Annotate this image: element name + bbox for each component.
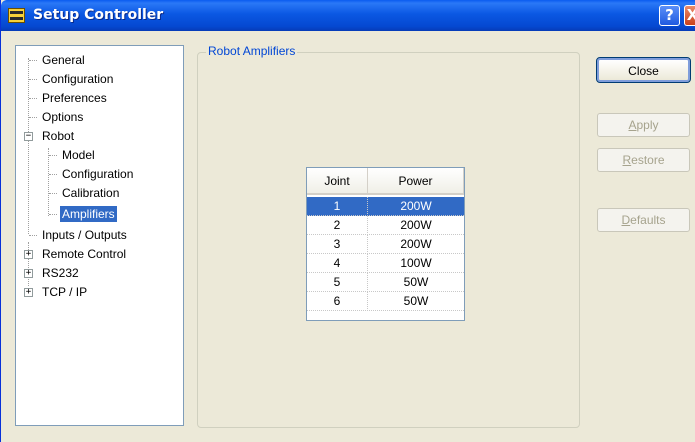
tcp-ip-expand-icon[interactable]: + <box>24 288 33 297</box>
tree-item-preferences[interactable]: Preferences <box>40 90 109 106</box>
power-cell[interactable]: 50W <box>368 273 464 292</box>
power-cell[interactable]: 200W <box>368 197 464 216</box>
tree-item-robot-configuration[interactable]: Configuration <box>60 166 135 182</box>
grid-row[interactable]: 2 200W <box>307 216 464 235</box>
joint-cell[interactable]: 2 <box>307 216 368 235</box>
tree-item-tcp-ip[interactable]: TCP / IP <box>40 284 89 300</box>
grid-row[interactable]: 5 50W <box>307 273 464 292</box>
joint-cell[interactable]: 4 <box>307 254 368 273</box>
power-cell[interactable]: 200W <box>368 235 464 254</box>
tree-item-options[interactable]: Options <box>40 109 85 125</box>
rs232-expand-icon[interactable]: + <box>24 269 33 278</box>
power-cell[interactable]: 50W <box>368 292 464 311</box>
amplifiers-grid[interactable]: Joint Power 1 200W 2 200W 3 200W 4 100W … <box>306 167 465 321</box>
defaults-label: efaults <box>630 213 666 227</box>
help-button[interactable]: ? <box>659 5 680 26</box>
tree-item-remote-control[interactable]: Remote Control <box>40 246 128 262</box>
title-bar[interactable]: Setup Controller ? X <box>1 0 695 31</box>
defaults-button[interactable]: Defaults <box>597 208 690 232</box>
robot-collapse-icon[interactable]: − <box>24 132 33 141</box>
grid-row[interactable]: 1 200W <box>307 197 464 216</box>
joint-cell[interactable]: 5 <box>307 273 368 292</box>
tree-item-robot-model[interactable]: Model <box>60 147 97 163</box>
grid-row[interactable]: 6 50W <box>307 292 464 311</box>
defaults-mnemonic: D <box>621 213 631 227</box>
restore-button[interactable]: Restore <box>597 148 690 172</box>
joint-cell[interactable]: 1 <box>307 197 368 216</box>
restore-mnemonic: R <box>622 153 632 167</box>
tree-item-robot[interactable]: Robot <box>40 128 76 144</box>
window-close-button[interactable]: X <box>684 5 695 26</box>
tree-item-general[interactable]: General <box>40 52 87 68</box>
power-cell[interactable]: 100W <box>368 254 464 273</box>
tree-item-robot-calibration[interactable]: Calibration <box>60 185 121 201</box>
joint-cell[interactable]: 3 <box>307 235 368 254</box>
power-cell[interactable]: 200W <box>368 216 464 235</box>
grid-row[interactable]: 4 100W <box>307 254 464 273</box>
setup-controller-window: Setup Controller ? X General Configurati… <box>0 0 695 442</box>
tree-item-inputs-outputs[interactable]: Inputs / Outputs <box>40 227 129 243</box>
restore-label: estore <box>631 153 665 167</box>
close-button[interactable]: Close <box>596 57 691 83</box>
group-title: Robot Amplifiers <box>206 44 298 58</box>
tree-item-robot-amplifiers[interactable]: Amplifiers <box>60 206 117 222</box>
apply-mnemonic: A <box>628 118 637 132</box>
apply-button[interactable]: Apply <box>597 113 690 137</box>
joint-cell[interactable]: 6 <box>307 292 368 311</box>
settings-tree[interactable]: General Configuration Preferences Option… <box>15 45 184 426</box>
grid-row[interactable]: 3 200W <box>307 235 464 254</box>
tree-item-configuration[interactable]: Configuration <box>40 71 115 87</box>
column-header-joint[interactable]: Joint <box>307 168 368 195</box>
controller-app-icon <box>8 8 25 23</box>
remote-control-expand-icon[interactable]: + <box>24 250 33 259</box>
window-title: Setup Controller <box>33 7 164 23</box>
apply-label: pply <box>636 118 659 132</box>
column-header-power[interactable]: Power <box>368 168 464 195</box>
tree-item-rs232[interactable]: RS232 <box>40 265 81 281</box>
